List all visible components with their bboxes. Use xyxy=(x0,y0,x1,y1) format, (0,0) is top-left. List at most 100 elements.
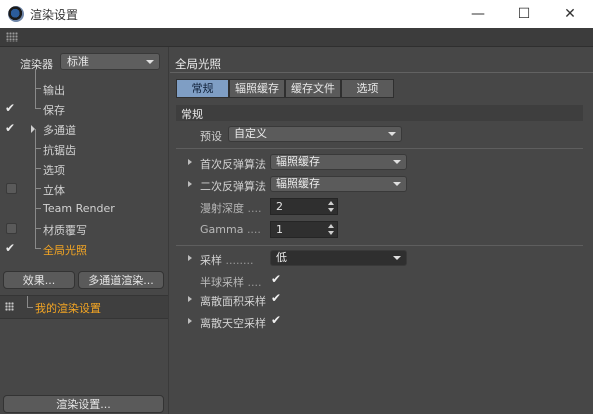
discrete-area-sampling-row: 离散面积采样 ✔ xyxy=(170,290,593,310)
primary-method-value: 辐照缓存 xyxy=(276,155,320,168)
diffuse-depth-value: 2 xyxy=(276,200,283,213)
enabled-check-icon[interactable]: ✔ xyxy=(5,122,17,134)
chevron-down-icon xyxy=(393,256,401,260)
tree-item-save[interactable]: ✔ 保存 xyxy=(0,89,168,119)
group-title: 常规 xyxy=(181,108,203,121)
preset-select[interactable]: 自定义 xyxy=(228,126,402,142)
multipass-render-button[interactable]: 多通道渲染... xyxy=(78,271,164,289)
tree-connector xyxy=(35,129,41,149)
preset-row: 预设 自定义 xyxy=(170,125,593,145)
tree-connector xyxy=(27,296,33,308)
tab-general[interactable]: 常规 xyxy=(176,79,229,98)
divider xyxy=(176,245,583,246)
tree-item-stereoscopic[interactable]: 立体 xyxy=(0,169,168,199)
close-button[interactable]: ✕ xyxy=(547,0,593,28)
discrete-sky-sampling-row: 离散天空采样 ✔ xyxy=(170,312,593,332)
render-settings-list: 我的渲染设置 xyxy=(0,295,168,319)
tab-irradiance-cache[interactable]: 辐照缓存 xyxy=(229,79,285,98)
unchecked-box-icon[interactable] xyxy=(6,223,17,234)
tree-item-output[interactable]: 输出 xyxy=(0,69,168,99)
renderer-value: 标准 xyxy=(67,55,89,68)
divider xyxy=(176,148,583,149)
enabled-check-icon[interactable]: ✔ xyxy=(5,102,17,114)
gamma-value: 1 xyxy=(276,223,283,236)
diffuse-depth-label: 漫射深度 .... xyxy=(200,202,262,215)
sampling-value: 低 xyxy=(276,251,287,264)
secondary-method-select[interactable]: 辐照缓存 xyxy=(270,176,407,192)
expand-arrow-icon[interactable] xyxy=(188,181,192,187)
window-title: 渲染设置 xyxy=(30,8,79,22)
toolbar-strip xyxy=(0,28,593,47)
tree-item-label: 多通道 xyxy=(43,124,76,137)
tree-item-label: 保存 xyxy=(43,104,65,117)
diffuse-depth-field[interactable]: 2 xyxy=(270,198,338,215)
tree-connector xyxy=(35,229,41,249)
sampling-row: 采样 ........ 低 xyxy=(170,249,593,269)
tree-item-label: 输出 xyxy=(43,84,65,97)
effects-button[interactable]: 效果... xyxy=(3,271,75,289)
tab-options[interactable]: 选项 xyxy=(341,79,394,98)
hemispherical-sampling-label: 半球采样 .... xyxy=(200,276,262,289)
tree-connector xyxy=(35,169,41,189)
tree-item-antialiasing[interactable]: 抗锯齿 xyxy=(0,129,168,159)
chevron-down-icon xyxy=(393,160,401,164)
unchecked-box-icon[interactable] xyxy=(6,183,17,194)
cinema4d-logo-icon xyxy=(8,6,24,22)
render-setting-icon xyxy=(5,302,14,311)
diffuse-depth-row: 漫射深度 .... 2 xyxy=(170,197,593,217)
primary-method-select[interactable]: 辐照缓存 xyxy=(270,154,407,170)
tree-item-team-render[interactable]: Team Render xyxy=(0,189,168,219)
tree-connector xyxy=(35,209,41,229)
spinner-arrows-icon[interactable] xyxy=(328,201,334,212)
preset-label: 预设 xyxy=(200,130,222,143)
attributes-panel: 全局光照 常规 辐照缓存 缓存文件 选项 常规 预设 自定义 首次反弹算法 辐照… xyxy=(170,47,593,414)
discrete-area-sampling-checkbox[interactable]: ✔ xyxy=(271,292,284,305)
sampling-label: 采样 ........ xyxy=(200,254,254,267)
panel-header: 全局光照 xyxy=(170,56,593,73)
secondary-method-row: 二次反弹算法 辐照缓存 xyxy=(170,175,593,195)
tree-item-options[interactable]: 选项 xyxy=(0,149,168,179)
discrete-area-sampling-label: 离散面积采样 xyxy=(200,295,266,308)
minimize-button[interactable]: — xyxy=(455,0,501,28)
tree-item-global-illumination[interactable]: ✔ 全局光照 xyxy=(0,229,168,259)
tree-connector xyxy=(35,69,41,89)
secondary-method-label: 二次反弹算法 xyxy=(200,180,266,193)
expand-arrow-icon[interactable] xyxy=(188,296,192,302)
title-bar: 渲染设置 — ☐ ✕ xyxy=(0,0,593,28)
tree-connector xyxy=(35,89,41,109)
chevron-down-icon xyxy=(388,132,396,136)
spinner-arrows-icon[interactable] xyxy=(328,224,334,235)
tree-connector xyxy=(35,189,41,209)
tree-item-multipass[interactable]: ✔ 多通道 xyxy=(0,119,168,139)
secondary-method-value: 辐照缓存 xyxy=(276,177,320,190)
discrete-sky-sampling-checkbox[interactable]: ✔ xyxy=(271,314,284,327)
maximize-button[interactable]: ☐ xyxy=(501,0,547,28)
tree-connector xyxy=(35,149,41,169)
hemispherical-sampling-checkbox[interactable]: ✔ xyxy=(271,273,284,286)
panel-title: 全局光照 xyxy=(175,57,221,71)
expand-arrow-icon[interactable] xyxy=(188,159,192,165)
enabled-check-icon[interactable]: ✔ xyxy=(5,242,17,254)
tree-item-label: 材质覆写 xyxy=(43,224,87,237)
renderer-select[interactable]: 标准 xyxy=(60,53,160,70)
expand-arrow-icon[interactable] xyxy=(188,318,192,324)
tree-item-label: Team Render xyxy=(43,202,115,215)
left-panel: 渲染器 标准 输出 ✔ 保存 ✔ 多通道 抗锯齿 选项 立体 Team Rend… xyxy=(0,47,169,414)
discrete-sky-sampling-label: 离散天空采样 xyxy=(200,317,266,330)
tree-item-label: 抗锯齿 xyxy=(43,144,76,157)
sampling-select[interactable]: 低 xyxy=(270,250,407,266)
gamma-label: Gamma .... xyxy=(200,223,261,236)
grip-icon[interactable] xyxy=(6,32,18,42)
expand-arrow-icon[interactable] xyxy=(188,255,192,261)
render-settings-button[interactable]: 渲染设置... xyxy=(3,395,164,413)
hemispherical-sampling-row: 半球采样 .... ✔ xyxy=(170,271,593,291)
tree-item-label: 全局光照 xyxy=(43,244,87,257)
gamma-field[interactable]: 1 xyxy=(270,221,338,238)
render-setting-item[interactable]: 我的渲染设置 xyxy=(35,300,101,316)
preset-value: 自定义 xyxy=(234,127,267,140)
tree-item-material-override[interactable]: 材质覆写 xyxy=(0,209,168,239)
group-header: 常规 xyxy=(176,105,583,121)
tab-cache-files[interactable]: 缓存文件 xyxy=(285,79,341,98)
primary-method-label: 首次反弹算法 xyxy=(200,158,266,171)
gamma-row: Gamma .... 1 xyxy=(170,220,593,240)
